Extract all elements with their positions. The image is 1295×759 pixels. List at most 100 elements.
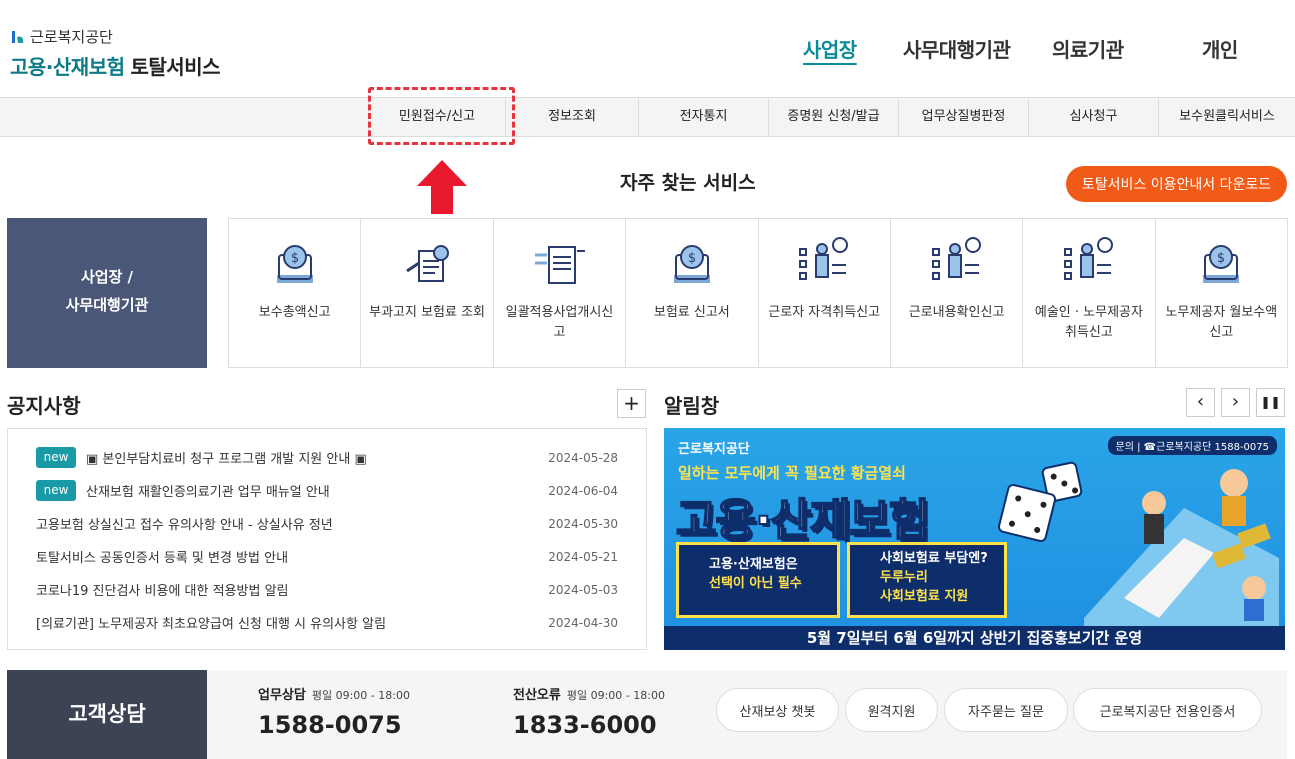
topnav-personal[interactable]: 개인 <box>1202 34 1238 63</box>
notice-title-text[interactable]: 고용보험 상실신고 접수 유의사항 안내 - 상실사유 정년 <box>36 514 333 533</box>
notice-row[interactable]: 코로나19 진단검사 비용에 대한 적용방법 알림 2024-05-03 <box>8 573 646 606</box>
service-item-label: 부과고지 보험료 조회 <box>369 305 486 320</box>
svg-text:$: $ <box>1217 251 1225 266</box>
person-chart-icon <box>1061 235 1117 291</box>
banner-illustration-icon <box>1084 469 1279 626</box>
work-consult-label: 업무상담 <box>258 688 306 703</box>
service-grid: $ 보수총액신고 부과고지 보험료 조회 일괄적용사업개시신고 $ 보험료 신고서 근로자 … <box>228 218 1288 368</box>
notice-date: 2024-05-30 <box>548 516 618 531</box>
customer-service-footer: 고객상담 업무상담 평일 09:00 - 18:00 1588-0075 전산오류… <box>7 670 1287 759</box>
person-chart-icon <box>929 235 985 291</box>
notice-list: new ▣ 본인부담치료비 청구 프로그램 개발 지원 안내 ▣ 2024-05-2… <box>7 428 647 650</box>
business-panel: 사업장 / 사무대행기관 <box>7 218 207 368</box>
service-item[interactable]: $ 보수총액신고 <box>229 219 362 367</box>
alarm-banner[interactable]: 근로복지공단 문의 | ☎근로복지공단 1588-0075 일하는 모두에게 꼭… <box>664 428 1285 650</box>
service-item-label: 예술인 · 노무제공자 취득신고 <box>1034 305 1143 340</box>
topnav-business[interactable]: 사업장 <box>803 34 857 63</box>
notice-title-text[interactable]: 코로나19 진단검사 비용에 대한 적용방법 알림 <box>36 580 288 599</box>
header: 근로복지공단 고용·산재보험 토탈서비스 사업장 사무대행기관 의료기관 개인 <box>0 0 1295 97</box>
service-item-label: 보험료 신고서 <box>653 305 730 320</box>
money-bag-icon: $ <box>267 235 323 291</box>
dice-icon <box>996 482 1058 544</box>
up-arrow-icon <box>417 160 467 214</box>
error-consult-label: 전산오류 <box>513 688 561 703</box>
alarm-next-button[interactable]: › <box>1221 388 1250 417</box>
new-badge: new <box>36 447 76 468</box>
subnav-info[interactable]: 정보조회 <box>505 98 638 136</box>
banner-main-title: 고용·산재보험 <box>675 494 931 547</box>
service-item[interactable]: 일괄적용사업개시신고 <box>494 219 627 367</box>
notice-date: 2024-05-21 <box>548 549 618 564</box>
work-consult-block: 업무상담 평일 09:00 - 18:00 1588-0075 <box>258 684 410 739</box>
guide-download-button[interactable]: 토탈서비스 이용안내서 다운로드 <box>1066 166 1287 202</box>
notice-row[interactable]: new 산재보험 재활인증의료기관 업무 매뉴얼 안내 2024-06-04 <box>8 474 646 507</box>
notice-row[interactable]: 토탈서비스 공동인증서 등록 및 변경 방법 안내 2024-05-21 <box>8 540 646 573</box>
notice-title-text[interactable]: [의료기관] 노무제공자 최초요양급여 신청 대행 시 유의사항 알림 <box>36 613 386 632</box>
svg-text:$: $ <box>291 251 299 266</box>
business-panel-line1: 사업장 / <box>80 268 134 286</box>
work-consult-hours: 평일 09:00 - 18:00 <box>311 689 410 702</box>
banner-card1-line2: 선택이 아닌 필수 <box>709 576 802 591</box>
service-item[interactable]: $ 노무제공자 월보수액 신고 <box>1156 219 1287 367</box>
top-nav: 사업장 사무대행기관 의료기관 개인 <box>0 34 1295 64</box>
subnav-certificate[interactable]: 증명원 신청/발급 <box>768 98 898 136</box>
notice-title: 공지사항 <box>7 394 81 418</box>
topnav-medical[interactable]: 의료기관 <box>1052 34 1124 63</box>
document-list-icon <box>531 235 587 291</box>
alarm-prev-button[interactable]: ‹ <box>1186 388 1215 417</box>
service-item[interactable]: $ 보험료 신고서 <box>626 219 759 367</box>
banner-card-support: 사회보험료 부담엔? 두루누리 사회보험료 지원 <box>847 542 1007 618</box>
banner-card2-line3: 사회보험료 지원 <box>880 589 969 604</box>
notice-more-button[interactable]: + <box>617 389 646 418</box>
service-item[interactable]: 근로자 자격취득신고 <box>759 219 891 367</box>
subnav-disease[interactable]: 업무상질병판정 <box>898 98 1028 136</box>
alarm-pause-button[interactable]: ❚❚ <box>1256 388 1285 417</box>
business-panel-line2: 사무대행기관 <box>65 296 149 314</box>
document-search-icon <box>399 235 455 291</box>
money-bag-icon: $ <box>664 235 720 291</box>
notice-row[interactable]: new ▣ 본인부담치료비 청구 프로그램 개발 지원 안내 ▣ 2024-05-2… <box>8 441 646 474</box>
subnav-notification[interactable]: 전자통지 <box>638 98 768 136</box>
banner-card2-line2: 두루누리 <box>880 570 928 585</box>
notice-date: 2024-05-03 <box>548 582 618 597</box>
notice-row[interactable]: [의료기관] 노무제공자 최초요양급여 신청 대행 시 유의사항 알림 2024-… <box>8 606 646 639</box>
remote-support-button[interactable]: 원격지원 <box>845 688 938 732</box>
notice-date: 2024-06-04 <box>548 483 618 498</box>
banner-subtitle: 일하는 모두에게 꼭 필요한 황금열쇠 <box>678 464 906 482</box>
banner-logo: 근로복지공단 <box>678 442 750 457</box>
new-badge: new <box>36 480 76 501</box>
subnav-review[interactable]: 심사청구 <box>1028 98 1158 136</box>
service-item[interactable]: 예술인 · 노무제공자 취득신고 <box>1023 219 1156 367</box>
customer-service-title: 고객상담 <box>7 670 207 759</box>
service-item-label: 일괄적용사업개시신고 <box>505 305 614 340</box>
highlight-box <box>368 87 515 145</box>
person-chart-icon <box>796 235 852 291</box>
service-item-label: 근로자 자격취득신고 <box>768 305 881 320</box>
error-consult-block: 전산오류 평일 09:00 - 18:00 1833-6000 <box>513 684 665 739</box>
service-item[interactable]: 부과고지 보험료 조회 <box>361 219 494 367</box>
notice-date: 2024-05-28 <box>548 450 618 465</box>
banner-bottom-text: 5월 7일부터 6월 6일까지 상반기 집중홍보기간 운영 <box>664 626 1285 650</box>
service-item-label: 노무제공자 월보수액 신고 <box>1165 305 1278 340</box>
svg-text:$: $ <box>688 251 696 266</box>
favorites-title: 자주 찾는 서비스 <box>620 172 756 194</box>
certificate-button[interactable]: 근로복지공단 전용인증서 <box>1073 688 1262 732</box>
notice-title-text[interactable]: 산재보험 재활인증의료기관 업무 매뉴얼 안내 <box>86 481 330 500</box>
service-item-label: 보수총액신고 <box>258 305 331 320</box>
banner-card2-line1: 사회보험료 부담엔? <box>880 551 988 566</box>
subnav-oneclick[interactable]: 보수원클릭서비스 <box>1158 98 1295 136</box>
notice-row[interactable]: 고용보험 상실신고 접수 유의사항 안내 - 상실사유 정년 2024-05-30 <box>8 507 646 540</box>
faq-button[interactable]: 자주묻는 질문 <box>944 688 1068 732</box>
notice-title-text[interactable]: 토탈서비스 공동인증서 등록 및 변경 방법 안내 <box>36 547 288 566</box>
alarm-title: 알림창 <box>664 394 720 418</box>
banner-card-required: 고용·산재보험은 선택이 아닌 필수 <box>676 542 840 618</box>
money-bag-icon: $ <box>1193 235 1249 291</box>
topnav-agency[interactable]: 사무대행기관 <box>903 34 1011 63</box>
service-item[interactable]: 근로내용확인신고 <box>891 219 1024 367</box>
notice-title-text[interactable]: ▣ 본인부담치료비 청구 프로그램 개발 지원 안내 ▣ <box>86 448 367 467</box>
work-consult-phone: 1588-0075 <box>258 711 402 739</box>
error-consult-hours: 평일 09:00 - 18:00 <box>566 689 665 702</box>
chatbot-button[interactable]: 산재보상 챗봇 <box>716 688 839 732</box>
banner-card1-line1: 고용·산재보험은 <box>709 557 798 572</box>
error-consult-phone: 1833-6000 <box>513 711 657 739</box>
